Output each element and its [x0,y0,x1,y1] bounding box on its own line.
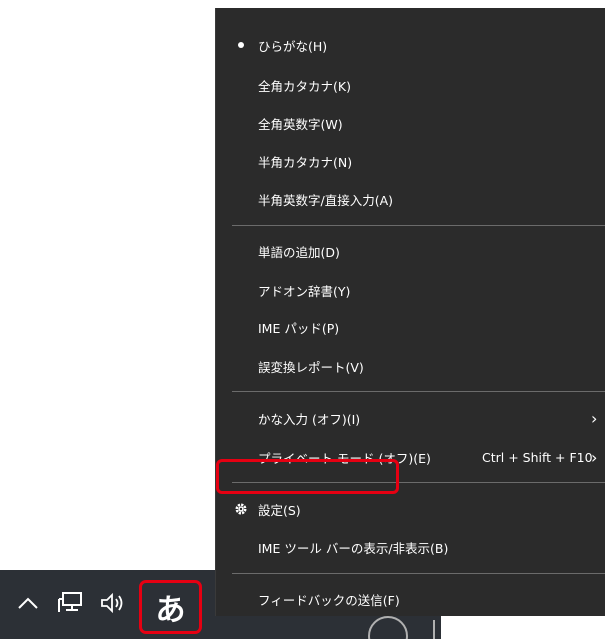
submenu-arrow-icon: › [591,408,598,428]
taskbar-divider [433,620,435,639]
menu-separator [232,391,605,392]
menu-item-label: IME パッド(P) [258,320,340,336]
menu-separator [232,573,605,574]
menu-item-addon-dictionary[interactable]: アドオン辞書(Y) [216,271,605,309]
menu-item-label: アドオン辞書(Y) [258,283,351,299]
menu-item-send-feedback[interactable]: フィードバックの送信(F) [216,580,605,618]
menu-item-label: 単語の追加(D) [258,244,340,260]
ime-mode-indicator[interactable]: あ [139,580,202,634]
menu-item-add-word[interactable]: 単語の追加(D) [216,232,605,270]
settings-highlight-box [216,459,399,494]
menu-item-label: 全角英数字(W) [258,116,343,132]
menu-item-label: 半角英数字/直接入力(A) [258,192,394,208]
menu-item-toggle-toolbar[interactable]: IME ツール バーの表示/非表示(B) [216,528,605,566]
menu-item-settings[interactable]: 設定(S) [216,490,605,528]
menu-item-shortcut: Ctrl + Shift + F10 [482,449,593,465]
gear-icon [235,503,247,515]
menu-separator [232,225,605,226]
menu-item-fullwidth-katakana[interactable]: 全角カタカナ(K) [216,66,605,104]
menu-item-label: IME ツール バーの表示/非表示(B) [258,540,449,556]
volume-icon[interactable] [95,580,131,626]
menu-item-label: 半角カタカナ(N) [258,154,353,170]
menu-item-halfwidth-katakana[interactable]: 半角カタカナ(N) [216,142,605,180]
menu-item-fullwidth-alphanumeric[interactable]: 全角英数字(W) [216,104,605,142]
chevron-up-icon[interactable] [10,580,46,626]
network-icon[interactable] [53,580,89,626]
menu-item-label: かな入力 (オフ)(I) [258,411,361,427]
selected-bullet-icon [238,42,244,48]
menu-item-ime-pad[interactable]: IME パッド(P) [216,308,605,346]
ime-context-menu: ひらがな(H) 全角カタカナ(K) 全角英数字(W) 半角カタカナ(N) 半角英… [215,8,605,616]
menu-item-direct-input[interactable]: 半角英数字/直接入力(A) [216,180,605,218]
menu-item-label: ひらがな(H) [258,38,328,54]
menu-item-hiragana[interactable]: ひらがな(H) [216,26,605,64]
submenu-arrow-icon: › [591,447,598,467]
menu-item-label: フィードバックの送信(F) [258,592,400,608]
menu-item-label: 設定(S) [258,502,301,518]
notification-button[interactable] [368,616,408,639]
menu-item-conversion-report[interactable]: 誤変換レポート(V) [216,347,605,385]
menu-item-label: 全角カタカナ(K) [258,78,351,94]
menu-item-kana-input[interactable]: かな入力 (オフ)(I) › [216,399,605,437]
menu-item-label: 誤変換レポート(V) [258,359,364,375]
